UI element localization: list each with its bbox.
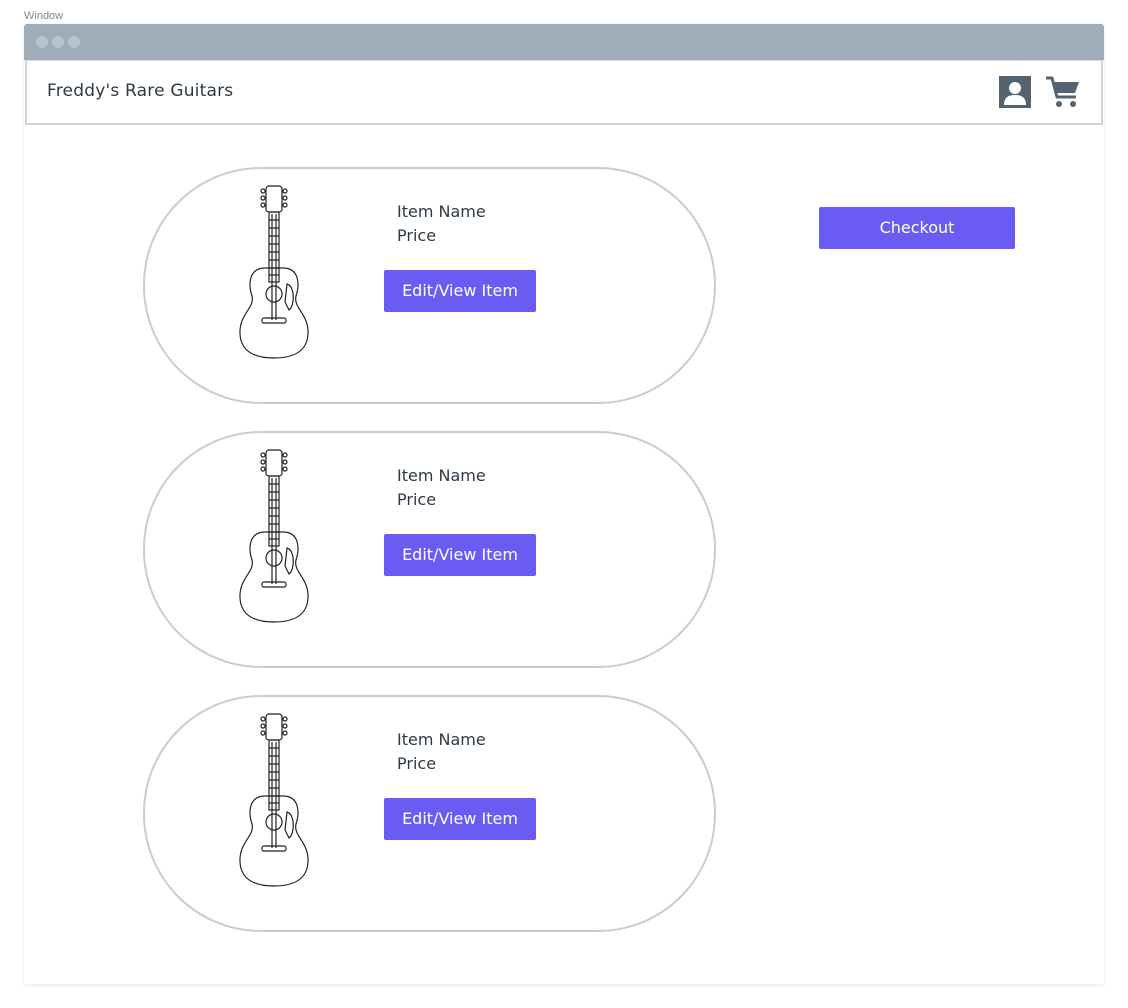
window-label: Window (24, 10, 64, 22)
item-price: Price (397, 226, 437, 245)
user-icon[interactable] (999, 76, 1031, 108)
item-price: Price (397, 490, 437, 509)
cart-item-card: Item Name Price Edit/View Item (143, 695, 716, 932)
edit-view-item-button[interactable]: Edit/View Item (384, 534, 536, 576)
window-control-dot[interactable] (36, 36, 48, 48)
item-name: Item Name (397, 466, 486, 485)
app-window: Freddy's Rare Guitars Item Name Price Ed… (24, 24, 1104, 984)
app-title: Freddy's Rare Guitars (47, 81, 234, 101)
cart-item-card: Item Name Price Edit/View Item (143, 167, 716, 404)
item-name: Item Name (397, 202, 486, 221)
guitar-image (235, 712, 313, 890)
shopping-cart-icon[interactable] (1045, 75, 1081, 109)
window-control-dot[interactable] (52, 36, 64, 48)
guitar-image (235, 448, 313, 626)
edit-view-item-button[interactable]: Edit/View Item (384, 798, 536, 840)
edit-view-item-button[interactable]: Edit/View Item (384, 270, 536, 312)
checkout-button[interactable]: Checkout (819, 207, 1015, 249)
app-header: Freddy's Rare Guitars (25, 60, 1103, 125)
window-titlebar (24, 24, 1104, 60)
guitar-image (235, 184, 313, 362)
item-price: Price (397, 754, 437, 773)
cart-item-card: Item Name Price Edit/View Item (143, 431, 716, 668)
item-name: Item Name (397, 730, 486, 749)
window-control-dot[interactable] (68, 36, 80, 48)
